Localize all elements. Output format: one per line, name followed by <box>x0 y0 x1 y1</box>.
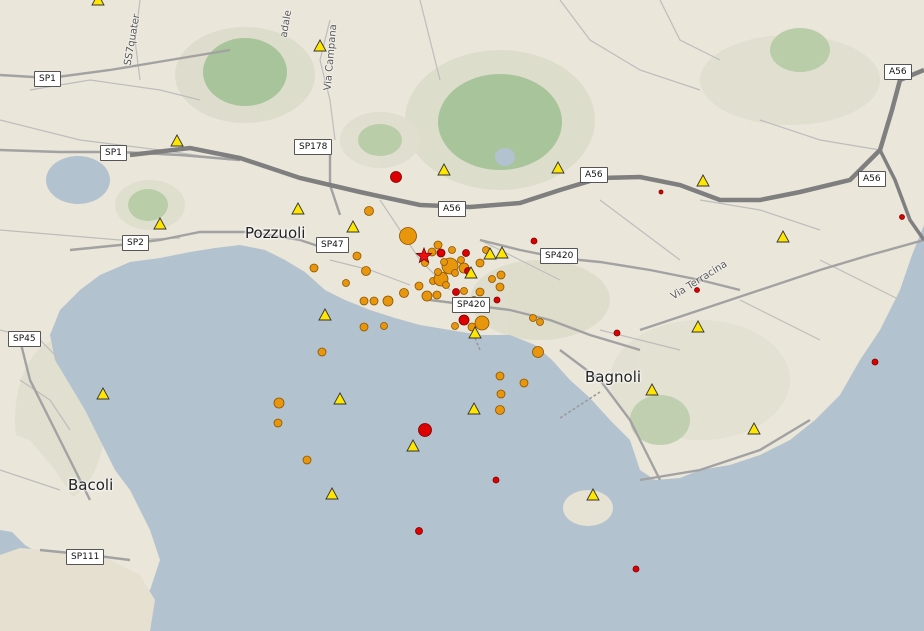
earthquake-dot-icon[interactable] <box>452 288 460 296</box>
earthquake-dot-icon[interactable] <box>433 240 443 250</box>
road-shield-sp47: SP47 <box>316 237 349 253</box>
earthquake-dot-icon[interactable] <box>399 227 417 245</box>
earthquake-dot-icon[interactable] <box>390 171 402 183</box>
earthquake-dot-icon[interactable] <box>273 397 285 409</box>
lake-averno <box>46 156 110 204</box>
earthquake-dot-icon[interactable] <box>302 455 312 465</box>
earthquake-dot-icon[interactable] <box>899 214 905 220</box>
earthquake-dot-icon[interactable] <box>418 423 432 437</box>
earthquake-dot-icon[interactable] <box>432 290 442 300</box>
place-label-pozzuoli: Pozzuoli <box>245 224 306 242</box>
road-shield-sp1: SP1 <box>34 71 61 87</box>
map-canvas[interactable] <box>0 0 924 631</box>
earthquake-dot-icon[interactable] <box>519 378 529 388</box>
earthquake-dot-icon[interactable] <box>451 269 459 277</box>
earthquake-dot-icon[interactable] <box>448 246 456 254</box>
earthquake-dot-icon[interactable] <box>658 189 664 195</box>
earthquake-dot-icon[interactable] <box>613 329 621 337</box>
earthquake-dot-icon[interactable] <box>364 206 374 216</box>
earthquake-dot-icon[interactable] <box>382 295 394 307</box>
earthquake-dot-icon[interactable] <box>434 268 442 276</box>
road-shield-a56: A56 <box>580 167 608 183</box>
road-shield-a56: A56 <box>858 171 886 187</box>
road-shield-sp420: SP420 <box>540 248 579 264</box>
earthquake-dot-icon[interactable] <box>529 314 537 322</box>
earthquake-dot-icon[interactable] <box>421 290 433 302</box>
earthquake-dot-icon[interactable] <box>475 287 485 297</box>
earthquake-dot-icon[interactable] <box>632 565 640 573</box>
earthquake-dot-icon[interactable] <box>488 275 496 283</box>
earthquake-dot-icon[interactable] <box>474 315 490 331</box>
earthquake-dot-icon[interactable] <box>361 266 371 276</box>
earthquake-dot-icon[interactable] <box>414 281 424 291</box>
earthquake-dot-icon[interactable] <box>342 279 350 287</box>
earthquake-dot-icon[interactable] <box>380 322 388 330</box>
earthquake-dot-icon[interactable] <box>415 527 423 535</box>
road-shield-sp45: SP45 <box>8 331 41 347</box>
earthquake-dot-icon[interactable] <box>309 263 319 273</box>
road-shield-sp2: SP2 <box>122 235 149 251</box>
earthquake-dot-icon[interactable] <box>440 258 448 266</box>
road-shield-sp111: SP111 <box>66 549 105 565</box>
earthquake-dot-icon[interactable] <box>495 371 505 381</box>
earthquake-dot-icon[interactable] <box>493 296 501 304</box>
road-shield-a56: A56 <box>884 64 912 80</box>
earthquake-dot-icon[interactable] <box>496 389 506 399</box>
earthquake-dot-icon[interactable] <box>352 251 362 261</box>
earthquake-dot-icon[interactable] <box>462 249 470 257</box>
earthquake-dot-icon[interactable] <box>359 322 369 332</box>
earthquake-dot-icon[interactable] <box>495 405 505 415</box>
earthquake-dot-icon[interactable] <box>536 318 544 326</box>
earthquake-dot-icon[interactable] <box>451 322 459 330</box>
earthquake-dot-icon[interactable] <box>359 296 369 306</box>
seismic-map[interactable]: SP1 SP1 SP178 A56 A56 A56 A56 SP2 SP47 S… <box>0 0 924 631</box>
place-label-bacoli: Bacoli <box>68 476 114 494</box>
earthquake-dot-icon[interactable] <box>442 281 450 289</box>
road-shield-sp420: SP420 <box>452 297 491 313</box>
earthquake-dot-icon[interactable] <box>457 256 465 264</box>
earthquake-dot-icon[interactable] <box>495 282 505 292</box>
earthquake-dot-icon[interactable] <box>496 270 506 280</box>
road-shield-a56: A56 <box>438 201 466 217</box>
earthquake-dot-icon[interactable] <box>475 258 485 268</box>
nisida-island <box>563 490 613 526</box>
earthquake-dot-icon[interactable] <box>530 237 538 245</box>
earthquake-dot-icon[interactable] <box>460 287 468 295</box>
road-shield-sp1: SP1 <box>100 145 127 161</box>
earthquake-dot-icon[interactable] <box>436 248 446 258</box>
earthquake-dot-icon[interactable] <box>317 347 327 357</box>
earthquake-dot-icon[interactable] <box>532 346 544 358</box>
place-label-bagnoli: Bagnoli <box>585 368 642 386</box>
earthquake-dot-icon[interactable] <box>871 358 879 366</box>
earthquake-dot-icon[interactable] <box>369 296 379 306</box>
earthquake-dot-icon[interactable] <box>492 476 500 484</box>
earthquake-dot-icon[interactable] <box>458 314 470 326</box>
road-shield-sp178: SP178 <box>294 139 333 155</box>
earthquake-dot-icon[interactable] <box>273 418 283 428</box>
earthquake-dot-icon[interactable] <box>399 288 409 298</box>
